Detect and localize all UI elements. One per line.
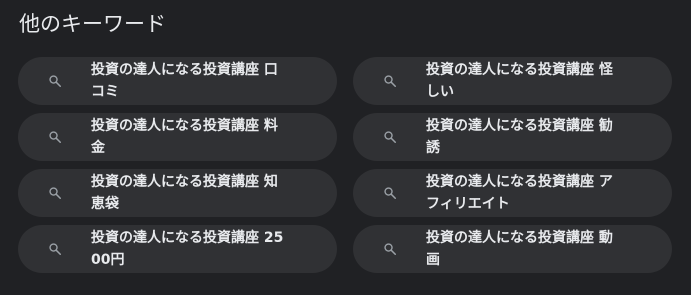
keyword-label: 投資の達人になる投資講座 アフィリエイト	[426, 174, 613, 212]
keyword-label: 投資の達人になる投資講座 勧誘	[426, 118, 613, 156]
keyword-label: 投資の達人になる投資講座 知恵袋	[91, 174, 278, 212]
keyword-label: 投資の達人になる投資講座 怪しい	[426, 62, 613, 100]
search-icon	[47, 129, 63, 145]
keyword-label: 投資の達人になる投資講座 動画	[426, 230, 613, 268]
keyword-chip[interactable]: 投資の達人になる投資講座 知恵袋	[18, 169, 337, 217]
keyword-chip[interactable]: 投資の達人になる投資講座 口コミ	[18, 57, 337, 105]
keyword-chip[interactable]: 投資の達人になる投資講座 動画	[353, 225, 672, 273]
keyword-chip[interactable]: 投資の達人になる投資講座 怪しい	[353, 57, 672, 105]
search-icon	[382, 129, 398, 145]
search-icon	[47, 73, 63, 89]
search-icon	[382, 185, 398, 201]
search-icon	[47, 241, 63, 257]
search-icon	[47, 185, 63, 201]
search-icon	[382, 241, 398, 257]
keyword-label: 投資の達人になる投資講座 口コミ	[91, 62, 278, 100]
keyword-label: 投資の達人になる投資講座 料金	[91, 118, 278, 156]
keyword-chip[interactable]: 投資の達人になる投資講座 勧誘	[353, 113, 672, 161]
keyword-chip[interactable]: 投資の達人になる投資講座 2500円	[18, 225, 337, 273]
section-title: 他のキーワード	[19, 12, 166, 36]
related-keywords-grid: 投資の達人になる投資講座 口コミ 投資の達人になる投資講座 怪しい 投資の達人に…	[18, 57, 672, 273]
search-icon	[382, 73, 398, 89]
keyword-chip[interactable]: 投資の達人になる投資講座 料金	[18, 113, 337, 161]
keyword-label: 投資の達人になる投資講座 2500円	[91, 230, 284, 268]
keyword-chip[interactable]: 投資の達人になる投資講座 アフィリエイト	[353, 169, 672, 217]
